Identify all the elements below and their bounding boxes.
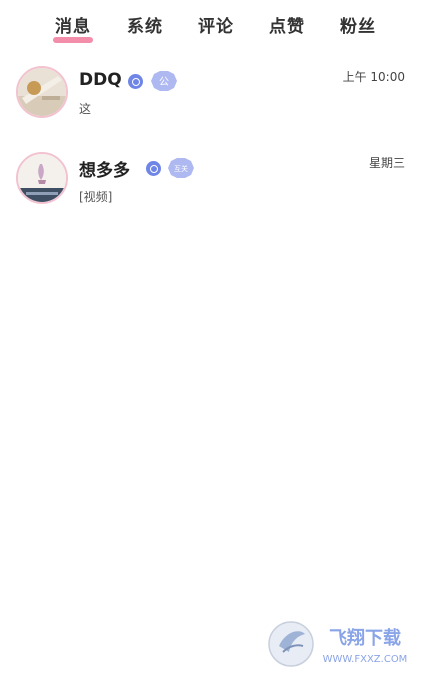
message-preview: [视频] <box>79 190 113 204</box>
tab-likes[interactable]: 点赞 <box>269 12 305 37</box>
verified-icon <box>128 74 143 89</box>
message-list-item[interactable]: 想多多 互关 [视频] 星期三 <box>0 148 433 218</box>
tab-likes-label: 点赞 <box>269 17 305 37</box>
avatar-photo-icon <box>18 154 66 202</box>
message-list-item[interactable]: DDQ 公 这 上午 10:00 <box>0 62 433 132</box>
tab-fans-label: 粉丝 <box>340 17 376 37</box>
tab-system-label: 系统 <box>127 17 163 37</box>
tab-comments[interactable]: 评论 <box>198 12 234 37</box>
watermark-url: WWW.FXXZ.COM <box>323 654 408 665</box>
message-time: 星期三 <box>368 156 405 170</box>
watermark-brand: 飞翔下载 <box>329 627 401 649</box>
tab-messages-label: 消息 <box>55 17 91 37</box>
message-time: 上午 10:00 <box>342 70 405 84</box>
tab-system[interactable]: 系统 <box>127 12 163 37</box>
avatar-photo-icon <box>18 68 66 116</box>
mutual-follow-badge-icon: 互关 <box>168 158 194 178</box>
contact-name: 想多多 <box>79 161 130 181</box>
official-badge-text: 公 <box>159 77 169 88</box>
tab-messages[interactable]: 消息 <box>53 12 93 43</box>
tab-fans[interactable]: 粉丝 <box>340 12 376 37</box>
contact-name: DDQ <box>79 70 122 90</box>
mutual-follow-badge-text: 互关 <box>174 164 188 173</box>
watermark-logo: 飞翔下载 WWW.FXXZ.COM <box>265 616 425 672</box>
avatar[interactable] <box>16 66 68 118</box>
tab-comments-label: 评论 <box>198 17 234 37</box>
avatar[interactable] <box>16 152 68 204</box>
verified-icon <box>146 161 161 176</box>
official-badge-icon: 公 <box>151 71 177 91</box>
message-preview: 这 <box>79 102 92 116</box>
message-tab-bar: 消息 系统 评论 点赞 粉丝 <box>0 0 433 48</box>
